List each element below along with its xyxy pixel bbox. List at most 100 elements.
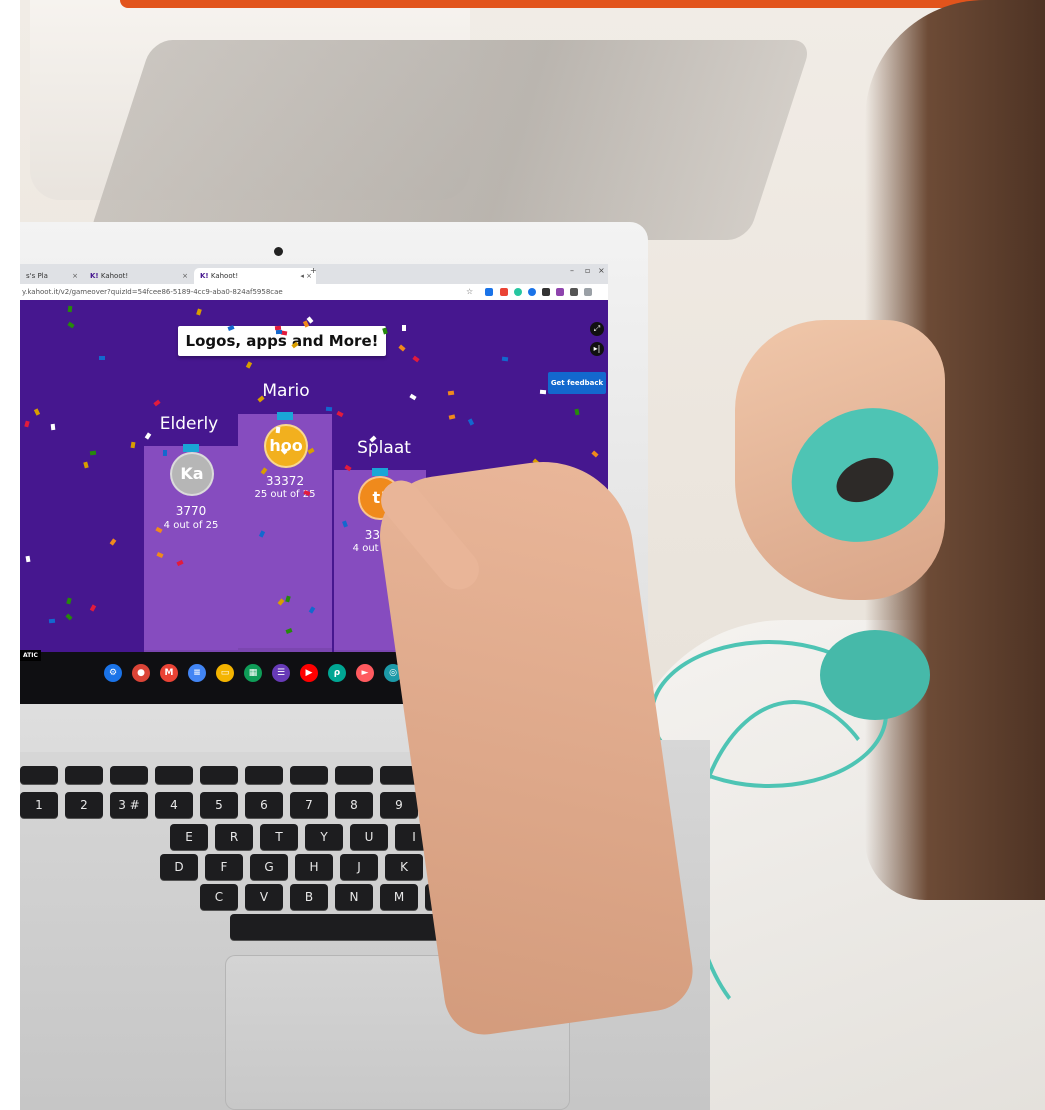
skip-icon[interactable]: ▸| bbox=[590, 342, 604, 356]
extension-icon[interactable] bbox=[556, 288, 564, 296]
keyboard-key[interactable]: N bbox=[335, 884, 373, 910]
keyboard-function-key[interactable] bbox=[65, 766, 103, 784]
tab-label: Kahoot! bbox=[210, 272, 239, 280]
keyboard-key[interactable]: 9 bbox=[380, 792, 418, 818]
extension-icon[interactable] bbox=[500, 288, 508, 296]
keyboard-key[interactable]: 6 bbox=[245, 792, 283, 818]
youtube-icon[interactable]: ▶ bbox=[300, 664, 318, 682]
keyboard-function-key[interactable] bbox=[245, 766, 283, 784]
sheets-icon[interactable]: ▦ bbox=[244, 664, 262, 682]
confetti-piece bbox=[325, 406, 333, 412]
keyboard-key[interactable]: J bbox=[340, 854, 378, 880]
keyboard-function-key[interactable] bbox=[290, 766, 328, 784]
keyboard-key[interactable]: Y bbox=[305, 824, 343, 850]
keyboard-key[interactable]: K bbox=[385, 854, 423, 880]
extension-icon[interactable] bbox=[514, 288, 522, 296]
keyboard-key[interactable]: H bbox=[295, 854, 333, 880]
gmail-icon[interactable]: M bbox=[160, 664, 178, 682]
extension-icon[interactable] bbox=[570, 288, 578, 296]
confetti-piece bbox=[130, 441, 136, 449]
confetti-piece bbox=[412, 355, 420, 363]
maximize-icon[interactable]: ▫ bbox=[585, 266, 590, 275]
kahoot-favicon-icon: K! bbox=[200, 272, 209, 280]
confetti-piece bbox=[48, 618, 56, 624]
player-correct-count: 25 out of 25 bbox=[254, 489, 316, 500]
extension-icon[interactable] bbox=[584, 288, 592, 296]
keyboard-key[interactable]: R bbox=[215, 824, 253, 850]
keyboard-key[interactable]: T bbox=[260, 824, 298, 850]
podium-player-name: Splaat bbox=[357, 438, 411, 458]
keyboard-key[interactable]: G bbox=[250, 854, 288, 880]
keyboard-function-key[interactable] bbox=[200, 766, 238, 784]
keyboard-key[interactable]: C bbox=[200, 884, 238, 910]
keyboard-key[interactable]: F bbox=[205, 854, 243, 880]
confetti-piece bbox=[402, 325, 406, 331]
spacebar-key[interactable] bbox=[230, 914, 460, 940]
extension-icon[interactable] bbox=[485, 288, 493, 296]
player-score: 3770 bbox=[175, 504, 207, 518]
screencastify-icon[interactable]: ► bbox=[356, 664, 374, 682]
keyboard-function-key[interactable] bbox=[335, 766, 373, 784]
keyboard-function-key[interactable] bbox=[20, 766, 58, 784]
left-margin bbox=[0, 0, 20, 1110]
confetti-piece bbox=[448, 414, 456, 420]
fullscreen-icon[interactable]: ⤢ bbox=[590, 322, 604, 336]
gold-medal-icon: hoo bbox=[264, 424, 308, 468]
podium-player-name: Elderly bbox=[159, 414, 219, 434]
confetti-piece bbox=[467, 418, 475, 426]
address-bar[interactable]: y.kahoot.it/v2/gameover?quizId=54fcee86-… bbox=[20, 284, 608, 301]
browser-tab-active[interactable]: K! Kahoot! ◂ × bbox=[194, 268, 316, 284]
keyboard-key[interactable]: E bbox=[170, 824, 208, 850]
settings-icon[interactable]: ⚙ bbox=[104, 664, 122, 682]
camera-extension-icon[interactable] bbox=[542, 288, 550, 296]
window-close-icon[interactable]: × bbox=[598, 266, 605, 275]
kahoot-favicon-icon: K! bbox=[90, 272, 99, 280]
brand-badge: ATIC bbox=[20, 650, 41, 661]
confetti-piece bbox=[89, 450, 97, 456]
tab-label: s's Pla bbox=[26, 272, 48, 280]
keyboard-key[interactable]: 8 bbox=[335, 792, 373, 818]
keyboard-function-key[interactable] bbox=[155, 766, 193, 784]
keyboard-key[interactable]: M bbox=[380, 884, 418, 910]
close-icon[interactable]: × bbox=[72, 268, 78, 284]
background-rug bbox=[87, 40, 813, 240]
forms-icon[interactable]: ☰ bbox=[272, 664, 290, 682]
browser-tab-bar: s's Pla × K! Kahoot! × K! Kahoot! ◂ × + – ▫… bbox=[20, 264, 608, 284]
podium-player-name: Mario bbox=[262, 381, 310, 401]
keyboard-key[interactable]: 7 bbox=[290, 792, 328, 818]
confetti-piece bbox=[33, 408, 41, 416]
new-tab-icon[interactable]: + bbox=[310, 266, 317, 275]
url-text: y.kahoot.it/v2/gameover?quizId=54fcee86-… bbox=[22, 288, 283, 296]
confetti-piece bbox=[50, 423, 56, 431]
player-score: 33372 bbox=[265, 474, 305, 488]
keyboard-key[interactable]: 1 bbox=[20, 792, 58, 818]
bookmark-star-icon[interactable]: ☆ bbox=[466, 287, 473, 296]
minimize-icon[interactable]: – bbox=[570, 266, 574, 275]
confetti-piece bbox=[153, 399, 161, 407]
keyboard-key[interactable]: U bbox=[350, 824, 388, 850]
browser-tab[interactable]: K! Kahoot! × bbox=[84, 268, 192, 284]
keyboard-key[interactable]: B bbox=[290, 884, 328, 910]
get-feedback-button[interactable]: Get feedback bbox=[548, 372, 606, 394]
keyboard-key[interactable]: D bbox=[160, 854, 198, 880]
keyboard-key[interactable]: 5 bbox=[200, 792, 238, 818]
keyboard-function-key[interactable] bbox=[110, 766, 148, 784]
confetti-piece bbox=[245, 361, 253, 369]
chrome-icon[interactable]: ● bbox=[132, 664, 150, 682]
confetti-piece bbox=[382, 327, 388, 335]
browser-tab[interactable]: s's Pla × bbox=[20, 268, 82, 284]
keyboard-key[interactable]: V bbox=[245, 884, 283, 910]
confetti-piece bbox=[67, 321, 75, 329]
extension-icon[interactable] bbox=[528, 288, 536, 296]
confetti-piece bbox=[398, 344, 406, 352]
keyboard-key[interactable]: 3 # bbox=[110, 792, 148, 818]
pear-icon[interactable]: ρ bbox=[328, 664, 346, 682]
confetti-piece bbox=[196, 308, 202, 316]
close-icon[interactable]: × bbox=[182, 268, 188, 284]
confetti-piece bbox=[144, 432, 152, 440]
slides-icon[interactable]: ▭ bbox=[216, 664, 234, 682]
keyboard-key[interactable]: 2 bbox=[65, 792, 103, 818]
confetti-piece bbox=[447, 390, 455, 396]
keyboard-key[interactable]: 4 bbox=[155, 792, 193, 818]
docs-icon[interactable]: ≡ bbox=[188, 664, 206, 682]
